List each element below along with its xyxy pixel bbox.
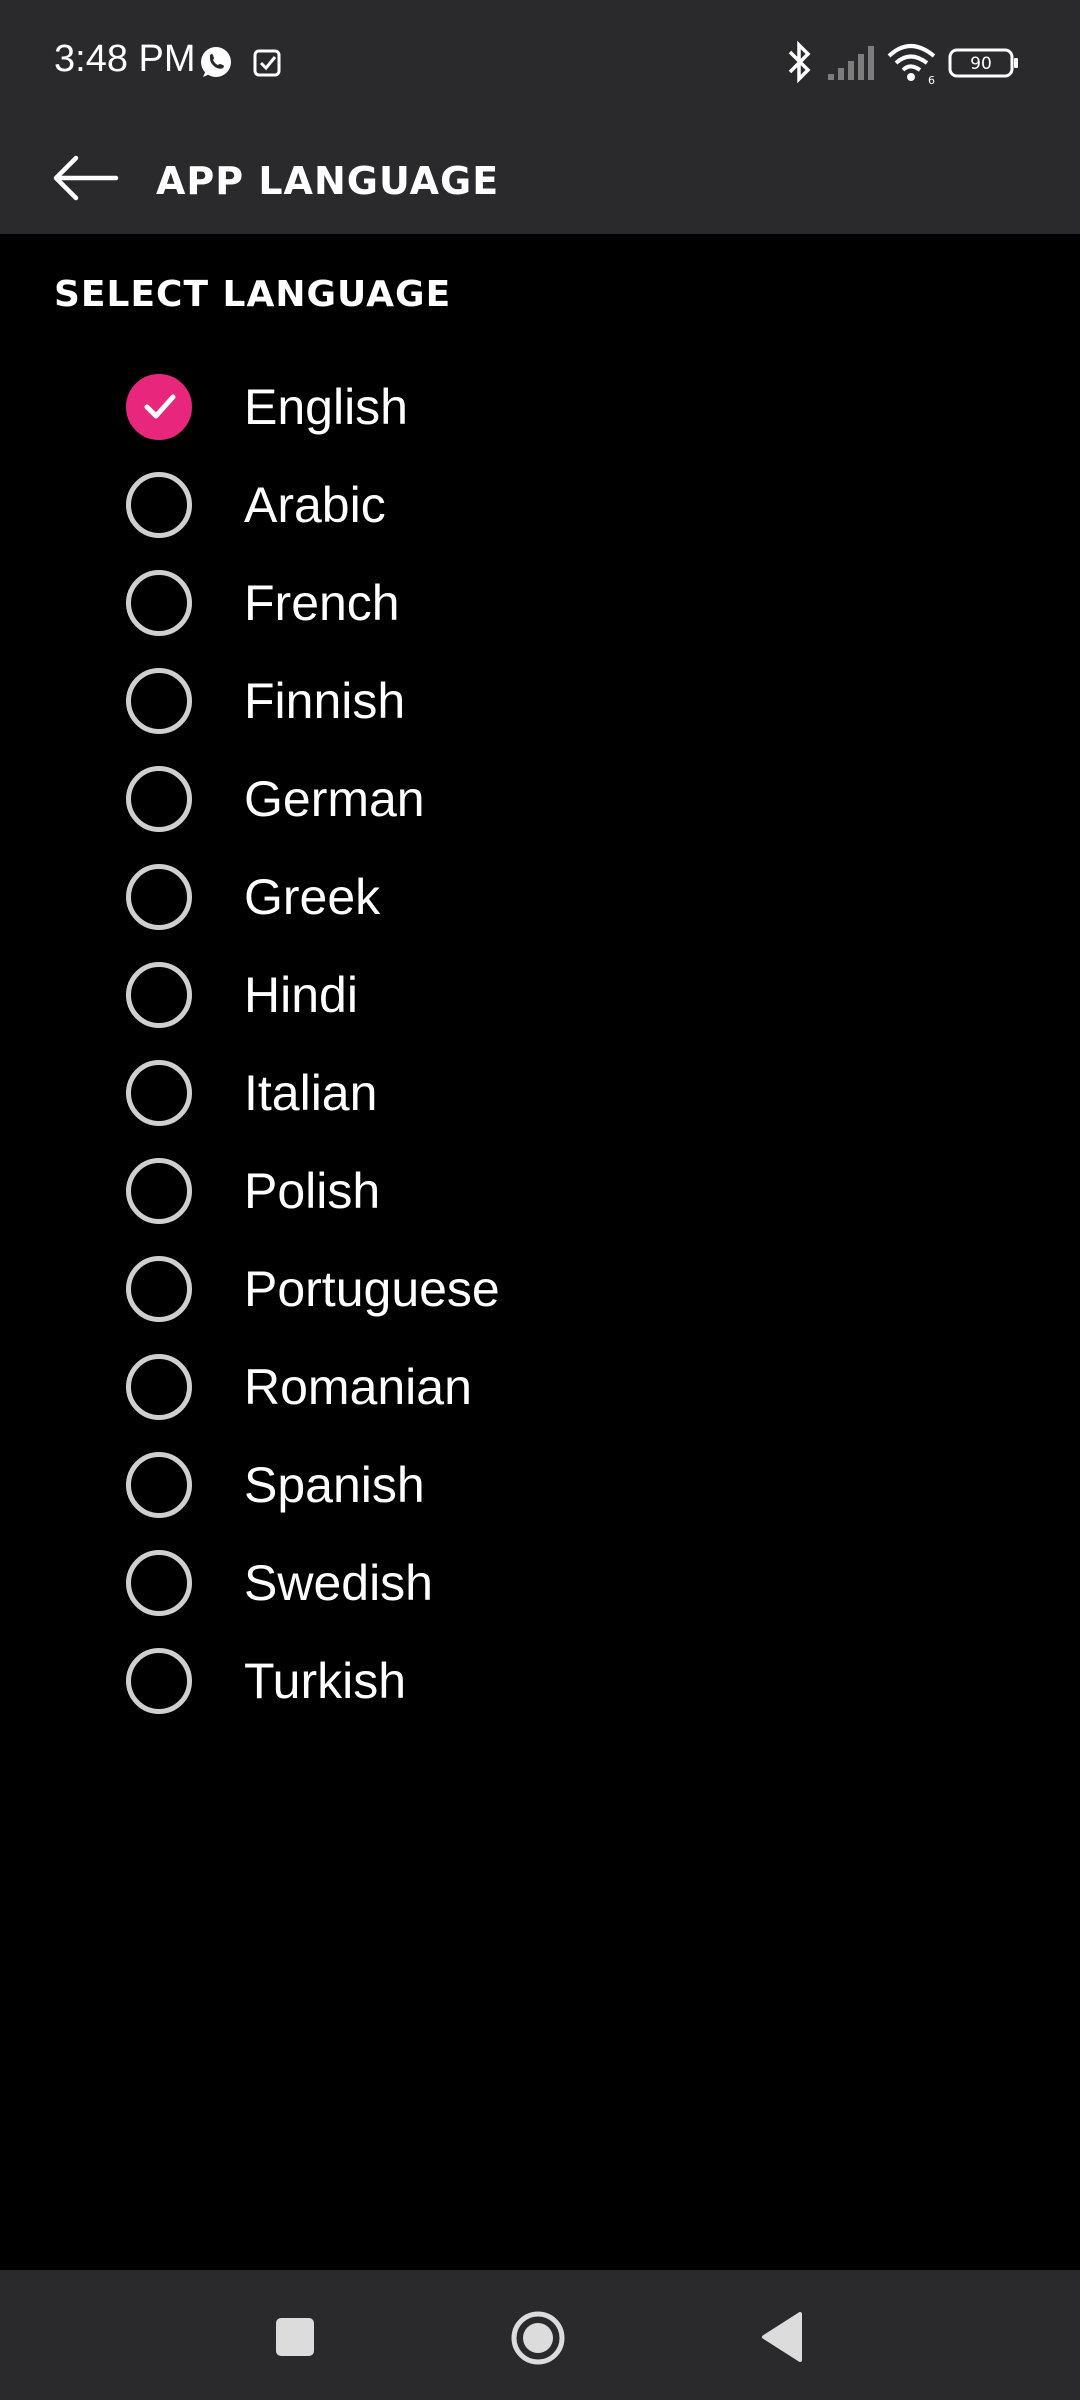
system-nav-bar (0, 2270, 1080, 2400)
language-label: Romanian (244, 1359, 472, 1415)
language-option-hindi[interactable]: Hindi (0, 946, 1080, 1044)
language-label: German (244, 771, 425, 827)
language-label: English (244, 379, 408, 435)
language-option-swedish[interactable]: Swedish (0, 1534, 1080, 1632)
radio-unchecked-icon[interactable] (126, 472, 192, 538)
language-label: Spanish (244, 1457, 425, 1513)
recents-square-icon[interactable] (270, 2312, 320, 2367)
radio-unchecked-icon[interactable] (126, 1256, 192, 1322)
language-option-portuguese[interactable]: Portuguese (0, 1240, 1080, 1338)
radio-unchecked-icon[interactable] (126, 1158, 192, 1224)
radio-unchecked-icon[interactable] (126, 864, 192, 930)
radio-unchecked-icon[interactable] (126, 1060, 192, 1126)
language-option-finnish[interactable]: Finnish (0, 652, 1080, 750)
home-circle-icon[interactable] (508, 2308, 568, 2373)
language-label: Finnish (244, 673, 406, 729)
arrow-left-icon (50, 153, 120, 208)
language-option-german[interactable]: German (0, 750, 1080, 848)
task-check-icon (252, 48, 282, 83)
language-option-italian[interactable]: Italian (0, 1044, 1080, 1142)
battery-icon: 90 (948, 48, 1020, 83)
radio-unchecked-icon[interactable] (126, 668, 192, 734)
svg-text:6: 6 (928, 74, 935, 84)
battery-level: 90 (970, 54, 992, 74)
back-button[interactable] (40, 138, 130, 222)
bluetooth-icon (784, 40, 814, 89)
radio-unchecked-icon[interactable] (126, 1354, 192, 1420)
language-option-romanian[interactable]: Romanian (0, 1338, 1080, 1436)
language-label: Portuguese (244, 1261, 500, 1317)
radio-unchecked-icon[interactable] (126, 570, 192, 636)
radio-unchecked-icon[interactable] (126, 1648, 192, 1714)
language-label: French (244, 575, 400, 631)
language-label: Italian (244, 1065, 378, 1121)
whatsapp-icon (198, 44, 234, 85)
language-option-polish[interactable]: Polish (0, 1142, 1080, 1240)
language-list: English Arabic French Finnish German Gre… (0, 358, 1080, 1730)
wifi-icon: 6 (886, 42, 938, 89)
language-option-arabic[interactable]: Arabic (0, 456, 1080, 554)
radio-unchecked-icon[interactable] (126, 1550, 192, 1616)
status-time: 3:48 PM (54, 38, 196, 80)
language-label: Swedish (244, 1555, 433, 1611)
language-label: Hindi (244, 967, 358, 1023)
page-title: APP LANGUAGE (156, 159, 500, 203)
radio-checked-icon[interactable] (126, 374, 192, 440)
language-option-turkish[interactable]: Turkish (0, 1632, 1080, 1730)
back-triangle-icon[interactable] (756, 2310, 806, 2369)
radio-unchecked-icon[interactable] (126, 962, 192, 1028)
language-option-spanish[interactable]: Spanish (0, 1436, 1080, 1534)
language-option-french[interactable]: French (0, 554, 1080, 652)
radio-unchecked-icon[interactable] (126, 1452, 192, 1518)
radio-unchecked-icon[interactable] (126, 766, 192, 832)
signal-icon (826, 44, 876, 85)
app-bar: APP LANGUAGE (0, 128, 1080, 234)
language-option-greek[interactable]: Greek (0, 848, 1080, 946)
language-label: Turkish (244, 1653, 407, 1709)
language-label: Greek (244, 869, 381, 925)
status-bar: 3:48 PM 6 90 (0, 0, 1080, 128)
section-title: SELECT LANGUAGE (54, 274, 452, 315)
language-label: Polish (244, 1163, 381, 1219)
language-option-english[interactable]: English (0, 358, 1080, 456)
language-label: Arabic (244, 477, 386, 533)
